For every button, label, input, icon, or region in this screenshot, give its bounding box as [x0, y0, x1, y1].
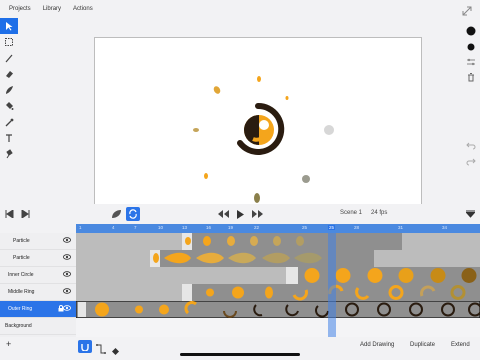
particle-5	[324, 125, 334, 135]
menu-actions[interactable]: Actions	[73, 6, 93, 12]
layer-row[interactable]: Particle	[0, 250, 76, 267]
particle-4	[193, 128, 199, 132]
loop-button[interactable]	[126, 207, 140, 221]
eyedropper-tool[interactable]	[0, 114, 18, 130]
bottom-bar: + Add Drawing Duplicate Extend	[0, 337, 480, 360]
drawing-canvas[interactable]	[94, 37, 422, 221]
timeline-frames[interactable]	[76, 233, 480, 337]
prev-frame-icon[interactable]	[4, 207, 14, 221]
play-icon[interactable]	[234, 207, 246, 221]
add-drawing-button[interactable]: Add Drawing	[360, 342, 394, 348]
particle-1	[257, 76, 261, 82]
ruler-tick: 34	[442, 225, 448, 230]
layers-panel: Particle Particle Inner Circle Middle Ri…	[0, 233, 76, 337]
diamond-icon[interactable]	[112, 342, 119, 360]
top-menu-bar: Projects Library Actions	[0, 0, 480, 18]
layer-row[interactable]: Middle Ring	[0, 284, 76, 301]
eraser-tool[interactable]	[0, 66, 18, 82]
layer-name: Inner Circle	[8, 272, 34, 278]
fast-forward-icon[interactable]	[251, 207, 263, 221]
track-particle-1	[76, 233, 480, 250]
track-particle-2	[76, 250, 480, 267]
ruler-tick: 13	[182, 225, 188, 230]
layer-row[interactable]: Background	[0, 318, 76, 335]
eye-icon[interactable]	[63, 305, 71, 313]
track-middle-ring	[76, 284, 480, 301]
fps-label[interactable]: 24 fps	[371, 210, 387, 216]
track-outer-ring	[76, 300, 480, 319]
adjust-icon[interactable]	[462, 55, 480, 69]
keyframe-path-icon[interactable]	[96, 341, 106, 359]
ruler-tick: 7	[134, 225, 137, 230]
undo-icon[interactable]	[462, 138, 480, 152]
layer-name: Outer Ring	[8, 306, 33, 312]
layer-row-active[interactable]: Outer Ring	[0, 301, 76, 318]
middle-ring-dot	[259, 120, 269, 130]
ruler-tick: 1	[79, 225, 82, 230]
marquee-tool[interactable]	[0, 34, 18, 50]
onion-skin-icon[interactable]	[110, 207, 122, 221]
brush-size-icon[interactable]	[462, 40, 480, 54]
extend-button[interactable]: Extend	[451, 342, 470, 348]
track-inner-circle	[76, 267, 480, 284]
menu-library[interactable]: Library	[43, 6, 61, 12]
eye-icon[interactable]	[63, 237, 71, 245]
eye-icon[interactable]	[63, 254, 71, 262]
particle-2	[213, 86, 221, 94]
scene-name[interactable]: Scene 1	[340, 210, 362, 216]
ruler-tick: 16	[206, 225, 212, 230]
redo-icon[interactable]	[462, 154, 480, 168]
playhead[interactable]	[328, 233, 336, 337]
left-toolbar	[0, 18, 18, 176]
frame-ruler[interactable]: 1 4 7 10 13 16 19 22 25 28 31 34 25	[76, 224, 480, 233]
animation-frame-art	[193, 76, 334, 203]
stamp-tool[interactable]	[0, 146, 18, 162]
color-swatch[interactable]	[462, 24, 480, 38]
ruler-tick: 28	[354, 225, 360, 230]
duplicate-button[interactable]: Duplicate	[410, 342, 435, 348]
ruler-tick: 19	[228, 225, 234, 230]
stage-area	[18, 18, 462, 221]
particle-8	[254, 193, 260, 203]
next-frame-icon[interactable]	[20, 207, 30, 221]
rewind-icon[interactable]	[217, 207, 229, 221]
particle-7	[302, 175, 310, 183]
layer-name: Background	[5, 323, 32, 329]
eye-icon[interactable]	[63, 271, 71, 279]
paint-bucket-tool[interactable]	[0, 98, 18, 114]
select-tool[interactable]	[0, 18, 18, 34]
right-toolbar	[462, 18, 480, 176]
ruler-tick: 4	[112, 225, 115, 230]
timeline-collapse-icon[interactable]	[465, 207, 475, 221]
layer-name: Particle	[13, 255, 30, 261]
ruler-tick: 10	[158, 225, 164, 230]
menu-projects[interactable]: Projects	[9, 6, 31, 12]
home-indicator	[180, 353, 300, 356]
brush-tool[interactable]	[0, 50, 18, 66]
fill-tool[interactable]	[0, 82, 18, 98]
layer-name: Particle	[13, 238, 30, 244]
ruler-tick: 22	[254, 225, 260, 230]
playback-controls: Scene 1 24 fps	[0, 204, 480, 224]
eye-icon[interactable]	[63, 288, 71, 296]
layer-row[interactable]: Particle	[0, 233, 76, 250]
magnet-button[interactable]	[78, 340, 92, 353]
text-tool[interactable]	[0, 130, 18, 146]
trash-icon[interactable]	[462, 70, 480, 84]
ruler-tick: 25	[302, 225, 308, 230]
ruler-tick: 31	[398, 225, 404, 230]
particle-3	[285, 96, 289, 100]
particle-6	[204, 173, 208, 179]
layer-name: Middle Ring	[8, 289, 35, 295]
track-background	[76, 318, 480, 337]
current-frame-marker[interactable]: 25	[328, 225, 336, 230]
layer-row[interactable]: Inner Circle	[0, 267, 76, 284]
add-layer-icon[interactable]: +	[6, 339, 11, 349]
